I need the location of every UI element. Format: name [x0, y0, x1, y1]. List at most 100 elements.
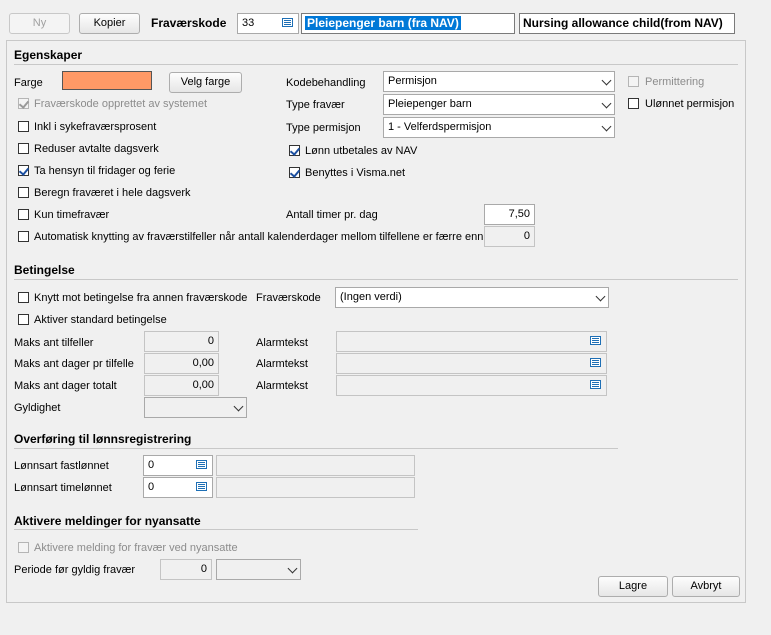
gyldighet-label: Gyldighet: [14, 402, 61, 414]
choose-color-button[interactable]: Velg farge: [169, 72, 242, 93]
alarm-text-input[interactable]: [336, 375, 607, 396]
checkbox-label: Knytt mot betingelse fra annen fraværsko…: [34, 292, 248, 304]
chevron-down-icon: [595, 291, 606, 302]
code-value: 33: [242, 17, 255, 29]
alarm-text-input[interactable]: [336, 331, 607, 352]
betingelse-heading: Betingelse: [14, 263, 75, 277]
kodebehandling-value: Permisjon: [388, 75, 437, 87]
overforing-heading: Overføring til lønnsregistrering: [14, 432, 192, 446]
new-button[interactable]: Ny: [9, 13, 70, 34]
name-en-field[interactable]: Nursing allowance child(from NAV): [519, 13, 735, 34]
salary-type-fixed-lookup[interactable]: [193, 456, 212, 475]
chevron-down-icon: [233, 401, 244, 412]
checkbox-box[interactable]: [18, 542, 29, 553]
checkbox-box[interactable]: [18, 98, 30, 109]
checkbox-label: Reduser avtalte dagsverk: [34, 143, 159, 155]
chevron-down-icon: [287, 563, 298, 574]
code-field[interactable]: 33: [237, 13, 299, 34]
alarm-text-label: Alarmtekst: [256, 358, 308, 370]
fravaerskode-label: Fraværskode: [256, 292, 321, 304]
egenskaper-heading: Egenskaper: [14, 48, 83, 62]
salary-type-fixed-description: [216, 455, 415, 476]
kodebehandling-select[interactable]: Permisjon: [383, 71, 615, 92]
checkbox-box[interactable]: [289, 145, 301, 156]
max-days-per-case-input[interactable]: 0,00: [144, 353, 219, 374]
chevron-down-icon: [601, 98, 612, 109]
name-no-value: Pleiepenger barn (fra NAV): [305, 16, 461, 30]
fravaerskode-select[interactable]: (Ingen verdi): [335, 287, 609, 308]
alarm-text-input[interactable]: [336, 353, 607, 374]
checkbox-label: Inkl i sykefraværsprosent: [34, 121, 157, 133]
checkbox-box[interactable]: [18, 143, 29, 154]
hours-per-day-input[interactable]: 7,50: [484, 204, 535, 225]
salary-type-hourly-label: Lønnsart timelønnet: [14, 482, 112, 494]
aktivere-heading: Aktivere meldinger for nyansatte: [14, 514, 201, 528]
alarm-text-label: Alarmtekst: [256, 337, 308, 349]
period-unit-select[interactable]: [216, 559, 301, 580]
checkbox-box[interactable]: [18, 165, 30, 176]
list-icon: [196, 460, 207, 469]
checkbox-box[interactable]: [18, 121, 29, 132]
salary-type-hourly-input[interactable]: 0: [143, 477, 213, 498]
max-days-total-label: Maks ant dager totalt: [14, 380, 117, 392]
checkbox-box[interactable]: [289, 167, 301, 178]
copy-button[interactable]: Kopier: [79, 13, 140, 34]
chevron-down-icon: [601, 75, 612, 86]
chevron-down-icon: [601, 121, 612, 132]
checkbox-box[interactable]: [18, 209, 29, 220]
checkbox-box[interactable]: [628, 76, 639, 87]
salary-type-fixed-input[interactable]: 0: [143, 455, 213, 476]
checkbox-label: Aktivere melding for fravær ved nyansatt…: [34, 542, 238, 554]
alarm-text-label: Alarmtekst: [256, 380, 308, 392]
name-en-value: Nursing allowance child(from NAV): [523, 16, 723, 30]
auto-link-days-input[interactable]: 0: [484, 226, 535, 247]
salary-type-hourly-lookup[interactable]: [193, 478, 212, 497]
max-days-total-input[interactable]: 0,00: [144, 375, 219, 396]
type-fravaer-value: Pleiepenger barn: [388, 98, 472, 110]
cancel-button[interactable]: Avbryt: [672, 576, 740, 597]
list-icon: [590, 380, 601, 389]
checkbox-label: Fraværskode opprettet av systemet: [34, 98, 208, 110]
list-icon: [590, 336, 601, 345]
checkbox-label: Benyttes i Visma.net: [305, 167, 406, 179]
checkbox-box[interactable]: [18, 187, 29, 198]
salary-type-hourly-value: 0: [148, 481, 155, 493]
betingelse-divider: [14, 279, 738, 280]
color-label: Farge: [14, 77, 43, 89]
save-button[interactable]: Lagre: [598, 576, 668, 597]
type-fravaer-select[interactable]: Pleiepenger barn: [383, 94, 615, 115]
salary-type-fixed-value: 0: [148, 459, 155, 471]
checkbox-box[interactable]: [18, 292, 29, 303]
gyldighet-select[interactable]: [144, 397, 247, 418]
max-days-per-case-label: Maks ant dager pr tilfelle: [14, 358, 134, 370]
overforing-divider: [14, 448, 618, 449]
list-icon: [590, 358, 601, 367]
alarm-lookup-button[interactable]: [587, 376, 606, 395]
checkbox-label: Kun timefravær: [34, 209, 110, 221]
aktivere-divider: [14, 529, 418, 530]
kodebehandling-label: Kodebehandling: [286, 77, 366, 89]
checkbox-label: Beregn fraværet i hele dagsverk: [34, 187, 191, 199]
checkbox-label: Lønn utbetales av NAV: [305, 145, 418, 157]
alarm-lookup-button[interactable]: [587, 332, 606, 351]
checkbox-box[interactable]: [628, 98, 639, 109]
salary-type-fixed-label: Lønnsart fastlønnet: [14, 460, 109, 472]
checkbox-box[interactable]: [18, 314, 29, 325]
max-cases-label: Maks ant tilfeller: [14, 337, 94, 349]
checkbox-label: Automatisk knytting av fraværstilfeller …: [34, 231, 484, 243]
checkbox-label: Permittering: [645, 76, 705, 88]
hours-per-day-label: Antall timer pr. dag: [286, 209, 378, 221]
alarm-lookup-button[interactable]: [587, 354, 606, 373]
checkbox-label: Aktiver standard betingelse: [34, 314, 167, 326]
type-permisjon-select[interactable]: 1 - Velferdspermisjon: [383, 117, 615, 138]
type-fravaer-label: Type fravær: [286, 99, 345, 111]
max-cases-input[interactable]: 0: [144, 331, 219, 352]
code-label: Fraværskode: [151, 16, 227, 30]
name-no-field[interactable]: Pleiepenger barn (fra NAV): [301, 13, 515, 34]
salary-type-hourly-description: [216, 477, 415, 498]
checkbox-box[interactable]: [18, 231, 29, 242]
period-input[interactable]: 0: [160, 559, 212, 580]
code-lookup-button[interactable]: [279, 14, 298, 33]
color-swatch: [62, 71, 152, 90]
egenskaper-divider: [14, 64, 738, 65]
